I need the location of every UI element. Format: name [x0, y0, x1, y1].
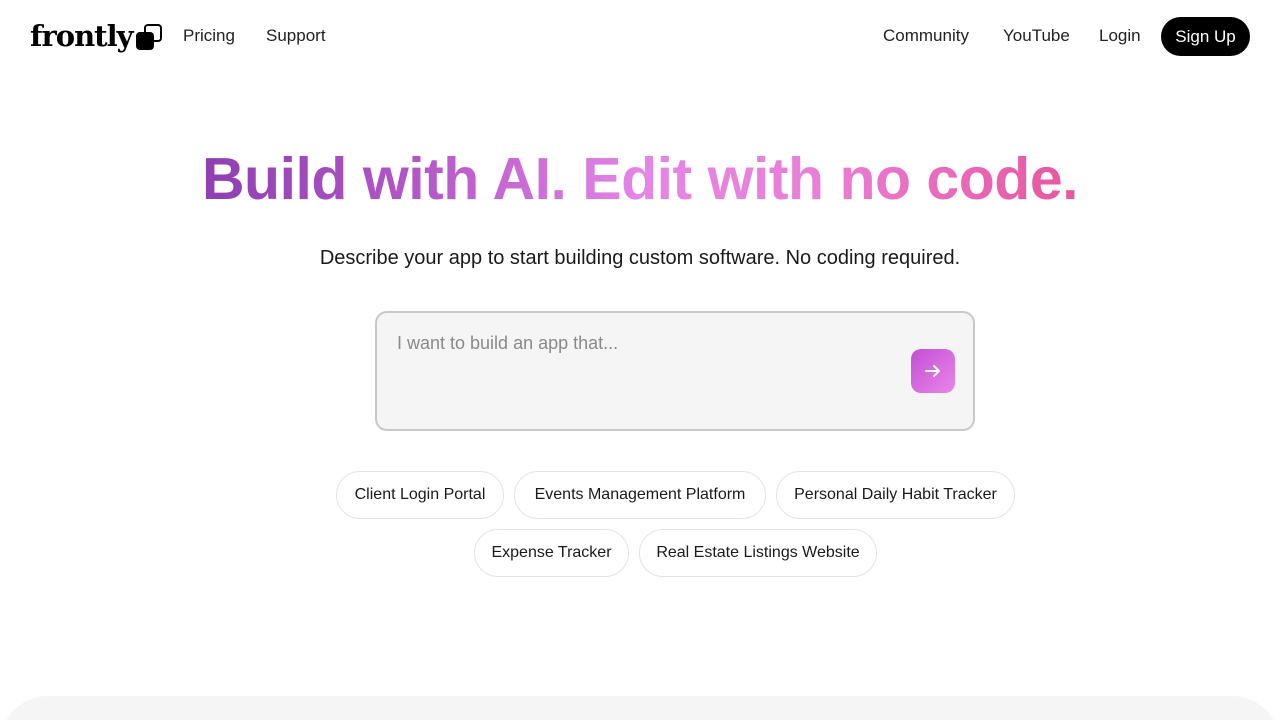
logo-icon	[136, 24, 163, 50]
suggestion-chip-expense-tracker[interactable]: Expense Tracker	[474, 529, 629, 577]
hero-headline: Build with AI. Edit with no code.	[0, 146, 1280, 212]
arrow-right-icon	[925, 365, 940, 377]
hero-headline-text: Build with AI. Edit with no code.	[201, 146, 1079, 212]
suggestion-chip-client-login-portal[interactable]: Client Login Portal	[336, 471, 504, 519]
app-description-input[interactable]	[397, 333, 897, 413]
nav-link-youtube[interactable]: YouTube	[1003, 24, 1070, 48]
nav-link-community[interactable]: Community	[883, 24, 969, 48]
logo-wordmark: frontly	[30, 18, 133, 53]
suggestion-chip-events-management-platform[interactable]: Events Management Platform	[514, 471, 766, 519]
top-nav: frontly Pricing Support Community YouTub…	[0, 0, 1280, 72]
nav-link-pricing[interactable]: Pricing	[183, 24, 235, 48]
suggestion-chip-real-estate-listings-website[interactable]: Real Estate Listings Website	[639, 529, 877, 577]
suggestion-chip-personal-daily-habit-tracker[interactable]: Personal Daily Habit Tracker	[776, 471, 1015, 519]
hero-subhead: Describe your app to start building cust…	[319, 247, 961, 269]
bottom-section-panel	[0, 696, 1280, 720]
sign-up-button[interactable]: Sign Up	[1161, 17, 1250, 56]
frontly-logo[interactable]: frontly	[30, 18, 163, 54]
nav-link-login[interactable]: Login	[1099, 24, 1141, 48]
nav-link-support[interactable]: Support	[266, 24, 326, 48]
submit-prompt-button[interactable]	[911, 349, 955, 393]
prompt-box	[375, 311, 975, 431]
